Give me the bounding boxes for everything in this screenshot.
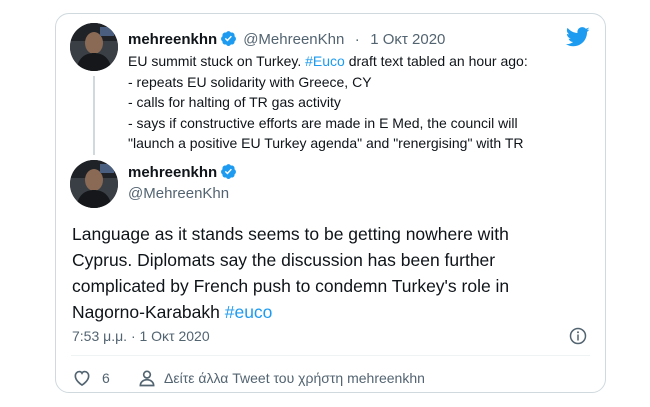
user-icon <box>139 370 155 387</box>
info-icon[interactable] <box>569 327 587 345</box>
embedded-tweet-card: mehreenkhn @MehreenKhn · 1 Οκτ 2020 EU su… <box>55 13 606 393</box>
separator-dot: · <box>354 31 360 48</box>
main-line-1: Language as it stands seems to be gettin… <box>72 224 509 244</box>
parent-line-2: - repeats EU solidarity with Greece, CY <box>128 73 372 90</box>
parent-line-1-rest: draft text tabled an hour ago: <box>344 53 528 69</box>
parent-tweet-text: EU summit stuck on Turkey. #Euco draft t… <box>128 51 598 154</box>
main-handle[interactable]: @MehreenKhn <box>128 185 229 202</box>
parent-handle[interactable]: @MehreenKhn <box>243 31 344 48</box>
main-line-4-text: Nagorno-Karabakh <box>72 302 225 322</box>
verified-badge-icon <box>221 31 237 46</box>
main-line-2: Cyprus. Diplomats say the discussion has… <box>72 250 496 270</box>
verified-badge-icon <box>221 164 237 179</box>
divider <box>71 355 590 356</box>
main-display-name[interactable]: mehreenkhn <box>128 164 217 181</box>
parent-avatar[interactable] <box>70 23 118 71</box>
main-avatar[interactable] <box>70 160 118 208</box>
more-tweets-link[interactable]: Δείτε άλλα Tweet του χρήστη mehreenkhn <box>164 370 425 386</box>
parent-line-1-text: EU summit stuck on Turkey. <box>128 53 306 69</box>
parent-line-1: EU summit stuck on Turkey. #Euco draft t… <box>128 51 598 72</box>
parent-tweet-header: mehreenkhn @MehreenKhn · 1 Οκτ 2020 <box>128 30 445 49</box>
parent-date[interactable]: 1 Οκτ 2020 <box>370 31 445 48</box>
main-line-4: Nagorno-Karabakh #euco <box>72 299 592 325</box>
main-line-3: complicated by French push to condemn Tu… <box>72 276 510 296</box>
thread-connector-line <box>93 76 95 155</box>
hashtag-link[interactable]: #euco <box>225 302 273 322</box>
main-tweet-text: Language as it stands seems to be gettin… <box>72 221 592 325</box>
main-name-row: mehreenkhn <box>128 163 237 182</box>
tweet-timestamp[interactable]: 7:53 μ.μ. · 1 Οκτ 2020 <box>72 328 210 344</box>
like-count[interactable]: 6 <box>102 370 110 386</box>
parent-line-4: - says if constructive efforts are made … <box>128 114 518 131</box>
twitter-bird-icon[interactable] <box>566 27 590 47</box>
heart-icon[interactable] <box>72 368 92 388</box>
hashtag-link[interactable]: #Euco <box>305 53 345 69</box>
parent-line-5: "launch a positive EU Turkey agenda" and… <box>128 135 524 151</box>
parent-display-name[interactable]: mehreenkhn <box>128 31 217 48</box>
parent-line-3: - calls for halting of TR gas activity <box>128 94 341 110</box>
